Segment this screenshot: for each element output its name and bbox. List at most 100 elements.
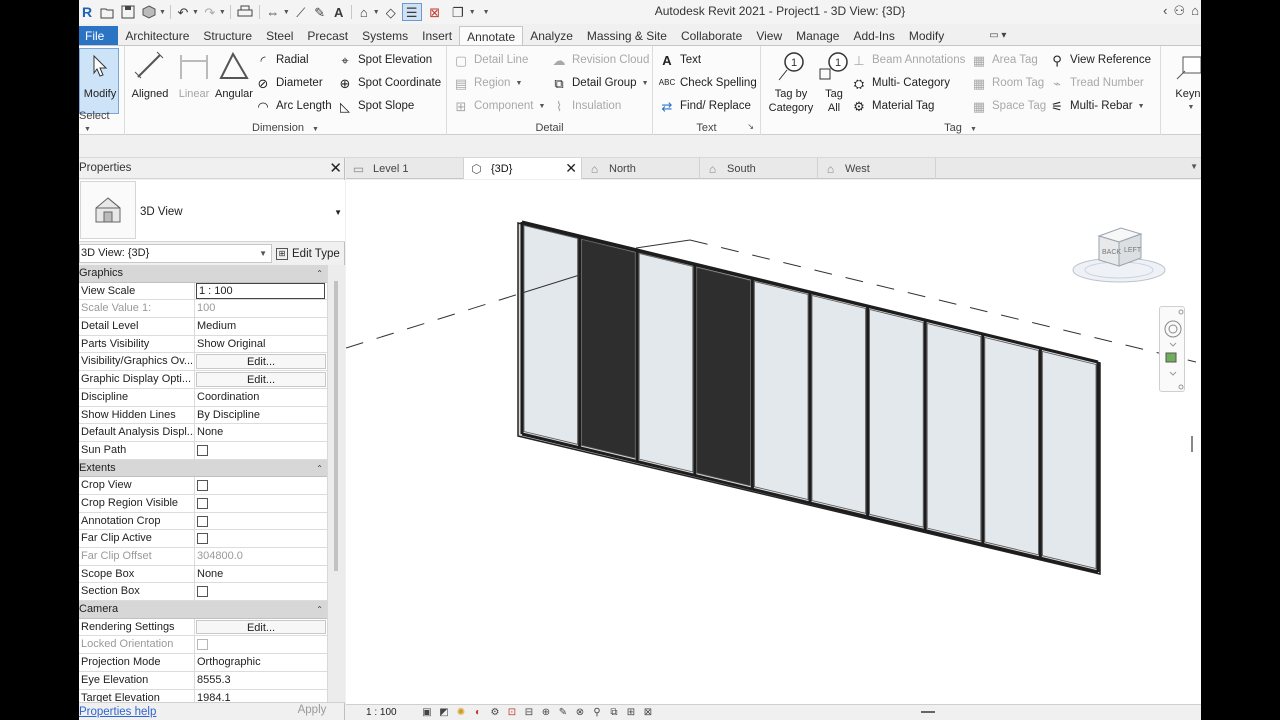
revision-cloud-button[interactable]: ☁ Revision Cloud: [551, 50, 650, 70]
tab-precast[interactable]: Precast: [300, 26, 355, 46]
worksharing-display-icon[interactable]: ⚲: [590, 707, 604, 718]
curtain-panel[interactable]: [581, 238, 636, 459]
property-value[interactable]: Medium: [195, 318, 327, 335]
arc-length-button[interactable]: ◠ Arc Length: [255, 96, 331, 116]
collapse-icon[interactable]: ⌃: [316, 460, 323, 477]
select-panel-dropdown[interactable]: Select ▼: [79, 110, 124, 134]
viewcube[interactable]: BACK LEFT: [1069, 220, 1169, 288]
curtain-panel[interactable]: [984, 336, 1039, 556]
tab-view[interactable]: View: [749, 26, 789, 46]
detail-line-button[interactable]: ▢ Detail Line: [453, 50, 529, 70]
tabs-menu-icon[interactable]: ▼: [1190, 162, 1198, 171]
detail-level-icon[interactable]: ▣: [420, 707, 434, 718]
collapse-icon[interactable]: ⌃: [316, 265, 323, 282]
find-replace-button[interactable]: ⇄ Find/ Replace: [659, 96, 751, 116]
multi-category-button[interactable]: ⛭ Multi- Category: [851, 73, 950, 93]
text-panel-launcher-icon[interactable]: ↘: [747, 122, 754, 131]
curtain-wall[interactable]: [517, 220, 1101, 575]
curtain-panel[interactable]: [523, 224, 578, 445]
nav-options-icon[interactable]: [1178, 384, 1184, 390]
check-spelling-button[interactable]: ABC Check Spelling: [659, 73, 757, 93]
tab-massing-site[interactable]: Massing & Site: [580, 26, 674, 46]
crop-region-visible-checkbox[interactable]: [197, 497, 208, 509]
vertical-scroll-indicator[interactable]: [1191, 436, 1193, 452]
view-reference-button[interactable]: ⚲ View Reference: [1049, 50, 1151, 70]
material-tag-button[interactable]: ⚙ Material Tag: [851, 96, 934, 116]
space-tag-button[interactable]: ▦ Space Tag: [971, 96, 1046, 116]
keynote-button[interactable]: Keyno ▼: [1171, 50, 1201, 115]
group-camera[interactable]: Camera ⌃: [79, 601, 327, 619]
user-icon[interactable]: ⌂: [1191, 3, 1199, 19]
curtain-panel[interactable]: [638, 252, 694, 473]
group-extents[interactable]: Extents ⌃: [79, 459, 327, 478]
sun-path-checkbox[interactable]: [197, 444, 208, 456]
show-analytical-model-icon[interactable]: ⊞: [624, 707, 638, 718]
shadows-icon[interactable]: ◐: [471, 707, 485, 718]
chevron-down-icon[interactable]: ▼: [334, 208, 342, 217]
property-value[interactable]: None: [195, 566, 327, 583]
tab-annotate[interactable]: Annotate: [459, 26, 524, 46]
tab-architecture[interactable]: Architecture: [118, 26, 196, 46]
area-tag-button[interactable]: ▦ Area Tag: [971, 50, 1038, 70]
steering-wheel-icon[interactable]: [1164, 320, 1182, 338]
view-scale-input[interactable]: 1 : 100: [196, 282, 325, 300]
spot-coordinate-button[interactable]: ⊕ Spot Coordinate: [337, 73, 442, 93]
insulation-button[interactable]: ⌇ Insulation: [551, 96, 621, 116]
spot-elevation-button[interactable]: ⌖ Spot Elevation: [337, 50, 432, 70]
tag-by-category-button[interactable]: 1 Tag by Category: [767, 50, 815, 115]
property-value[interactable]: Show Original: [195, 336, 327, 353]
curtain-panel[interactable]: [696, 266, 751, 487]
curtain-panel[interactable]: [926, 322, 982, 542]
type-selector[interactable]: 3D View ▼: [79, 180, 345, 242]
radial-button[interactable]: ◜ Radial: [255, 50, 308, 70]
edit-button[interactable]: Edit...: [196, 619, 326, 635]
detail-group-button[interactable]: ⧉ Detail Group ▼: [551, 73, 648, 93]
spot-slope-button[interactable]: ◺ Spot Slope: [337, 96, 414, 116]
sun-path-icon[interactable]: ✺: [454, 707, 468, 718]
tab-manage[interactable]: Manage: [789, 26, 846, 46]
room-tag-button[interactable]: ▦ Room Tag: [971, 73, 1044, 93]
close-icon[interactable]: ✕: [565, 160, 577, 177]
property-value[interactable]: 1984.1: [195, 690, 327, 703]
edit-button[interactable]: Edit...: [196, 372, 326, 387]
apply-button[interactable]: Apply: [281, 704, 343, 720]
tab-add-ins[interactable]: Add-Ins: [846, 26, 901, 46]
highlight-displacement-icon[interactable]: ⊠: [641, 707, 655, 718]
tag-panel-dropdown[interactable]: Tag ▼: [761, 122, 1160, 134]
instance-select[interactable]: 3D View: {3D} ▼: [79, 244, 272, 263]
properties-scrollbar[interactable]: [327, 265, 345, 702]
property-value[interactable]: None: [195, 424, 327, 441]
diameter-button[interactable]: ⊘ Diameter: [255, 73, 323, 93]
chevron-down-icon[interactable]: [1169, 342, 1177, 347]
tab-north[interactable]: ⌂ North: [582, 158, 700, 179]
curtain-panel[interactable]: [754, 280, 809, 501]
close-icon[interactable]: ✕: [329, 159, 342, 177]
section-box-checkbox[interactable]: [197, 586, 208, 598]
temporary-hide-icon[interactable]: ✎: [556, 707, 570, 718]
tab-modify[interactable]: Modify: [902, 26, 951, 46]
tab-systems[interactable]: Systems: [355, 26, 415, 46]
collapse-icon[interactable]: ⌃: [316, 601, 323, 618]
dimension-panel-dropdown[interactable]: Dimension ▼: [125, 122, 446, 134]
curtain-panel[interactable]: [869, 308, 924, 528]
angular-button[interactable]: Angular: [212, 50, 256, 101]
property-value[interactable]: Coordination: [195, 389, 327, 406]
tab-insert[interactable]: Insert: [415, 26, 459, 46]
tab-steel[interactable]: Steel: [259, 26, 300, 46]
viewcube-left-label[interactable]: LEFT: [1124, 247, 1142, 254]
ribbon-display-toggle-icon[interactable]: ▭ ▾: [989, 26, 1006, 46]
reveal-hidden-icon[interactable]: ⊗: [573, 707, 587, 718]
binoculars-icon[interactable]: ⚇: [1173, 3, 1185, 19]
beam-annotations-button[interactable]: ⊥ Beam Annotations: [851, 50, 965, 70]
tab-3d[interactable]: ⬡ {3D} ✕: [464, 158, 582, 179]
tag-all-button[interactable]: 1 Tag All: [817, 50, 851, 115]
drawing-area[interactable]: BACK LEFT: [345, 180, 1201, 704]
visual-style-icon[interactable]: ◩: [437, 707, 451, 718]
tab-level-1[interactable]: ▭ Level 1: [346, 158, 464, 179]
linear-button[interactable]: Linear: [174, 50, 214, 101]
view-scale-label[interactable]: 1 : 100: [366, 707, 420, 718]
chevron-down-icon[interactable]: [1169, 371, 1177, 376]
scrollbar-thumb[interactable]: [334, 281, 338, 571]
tab-west[interactable]: ⌂ West: [818, 158, 936, 179]
zoom-region-icon[interactable]: [1165, 352, 1177, 363]
